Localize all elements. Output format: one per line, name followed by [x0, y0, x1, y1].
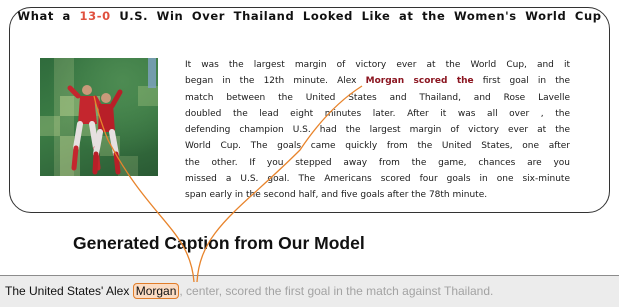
- article-title: What a 13-0 U.S. Win Over Thailand Looke…: [0, 9, 619, 23]
- article-body: It was the largest margin of victory eve…: [185, 57, 570, 204]
- article-photo: [40, 58, 158, 176]
- title-text-after: U.S. Win Over Thailand Looked Like at th…: [110, 9, 602, 23]
- caption-box: The United States' Alex Morgan, center, …: [0, 275, 619, 307]
- article-line: It was the largest margin of victory eve…: [185, 60, 570, 70]
- article-line: match between the United States and Thai…: [185, 92, 570, 103]
- title-text-before: What a: [17, 9, 80, 23]
- article-line: began in the 12th minute. Alex Morgan sc…: [185, 76, 570, 87]
- caption-text-before: The United States' Alex: [5, 284, 133, 298]
- article-line: missed a U.S. goal. The Americans scored…: [185, 174, 570, 185]
- generated-caption: The United States' Alex Morgan, center, …: [5, 283, 494, 299]
- article-line: World Cup. The goals came quickly from t…: [185, 141, 570, 152]
- article-line: defending champion U.S. had the largest …: [185, 125, 570, 136]
- caption-highlighted-word: Morgan: [132, 283, 180, 299]
- caption-text-after: , center, scored the first goal in the m…: [179, 284, 494, 298]
- article-line: the other. If you stepped away from the …: [185, 157, 570, 168]
- highlighted-phrase: Morgan scored the: [365, 76, 474, 87]
- article-line: span early in the second half, and five …: [185, 190, 488, 201]
- section-heading: Generated Caption from Our Model: [73, 233, 365, 253]
- article-line: doubled the lead eight minutes later. Af…: [185, 108, 570, 119]
- title-score: 13-0: [79, 9, 111, 23]
- players-illustration: [67, 58, 156, 175]
